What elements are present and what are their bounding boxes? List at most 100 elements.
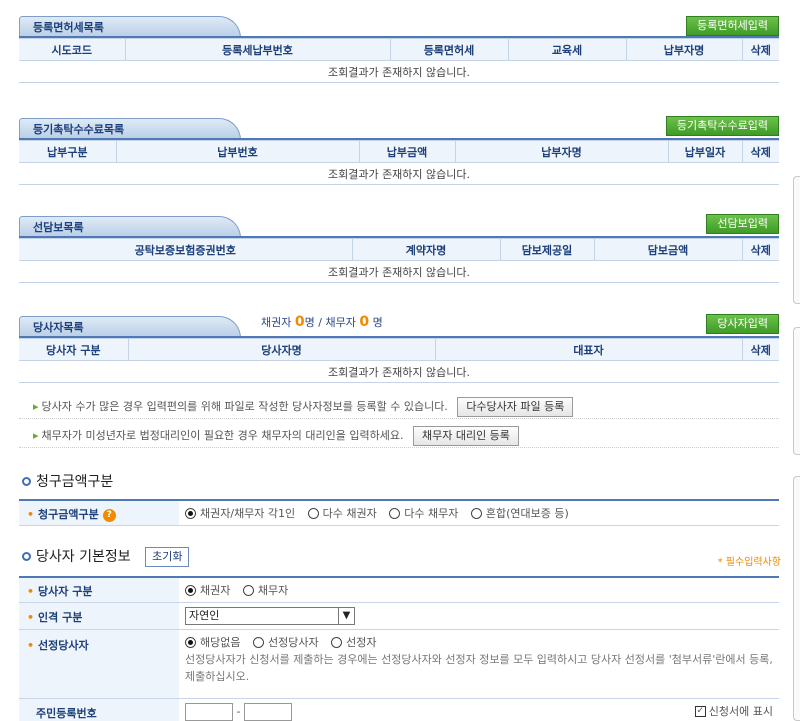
section-divider — [19, 236, 779, 238]
help-icon[interactable]: ? — [102, 508, 116, 522]
required-note: * 필수입력사항 — [717, 557, 781, 568]
bullet-icon — [22, 476, 31, 486]
column-header: 삭제 — [741, 140, 779, 163]
section-title: 등록면허세목록 — [19, 16, 241, 38]
note-text: 당사자 수가 많은 경우 입력편의를 위해 파일로 작성한 당사자정보를 등록할… — [41, 400, 448, 413]
table-header-row: 납부구분 납부번호 납부금액 납부자명 납부일자 삭제 — [19, 140, 779, 163]
creditor-count: 0 — [294, 314, 305, 330]
pre-security-section: 선담보목록 선담보입력 공탁보증보험증권번호 계약자명 담보제공일 담보금액 삭… — [19, 214, 779, 283]
selected-party-radio-none[interactable]: 해당없음 — [185, 634, 240, 651]
party-add-button[interactable]: 당사자입력 — [706, 314, 779, 334]
column-header: 납부자명 — [454, 140, 669, 163]
table-row: 조회결과가 존재하지 않습니다. — [19, 360, 779, 383]
scroll-rail — [793, 327, 800, 455]
count-separator: / — [318, 316, 322, 329]
reset-button[interactable]: 초기화 — [145, 547, 190, 567]
registration-tax-add-button[interactable]: 등록면허세입력 — [686, 16, 779, 36]
count-unit: 명 — [372, 316, 383, 329]
column-header: 공탁보증보험증권번호 — [19, 238, 353, 261]
column-header: 등록면허세 — [389, 38, 509, 61]
registry-fee-table: 납부구분 납부번호 납부금액 납부자명 납부일자 삭제 조회결과가 존재하지 않… — [19, 140, 779, 185]
empty-message: 조회결과가 존재하지 않습니다. — [19, 260, 779, 283]
column-header: 당사자명 — [127, 338, 436, 361]
bulk-party-file-button[interactable]: 다수당사자 파일 등록 — [457, 397, 574, 417]
bullet-icon — [22, 551, 31, 561]
party-type-radio-creditor[interactable]: 채권자 — [185, 582, 230, 598]
heading-text: 청구금액구분 — [36, 474, 114, 490]
registry-fee-add-button[interactable]: 등기촉탁수수료입력 — [665, 116, 779, 136]
section-divider — [19, 336, 779, 338]
pre-security-add-button[interactable]: 선담보입력 — [706, 214, 779, 234]
section-divider — [19, 36, 779, 38]
column-header: 납부일자 — [667, 140, 743, 163]
registration-tax-table: 시도코드 등록세납부번호 등록면허세 교육세 납부자명 삭제 조회결과가 존재하… — [19, 38, 779, 83]
person-type-select[interactable]: 자연인 ▼ — [185, 607, 355, 625]
claim-type-radio-mixed[interactable]: 혼합(연대보증 등) — [470, 505, 569, 521]
column-header: 삭제 — [741, 38, 779, 61]
selected-party-radio-appointer[interactable]: 선정자 — [331, 634, 376, 651]
section-title: 선담보목록 — [19, 216, 241, 238]
arrow-icon — [33, 400, 39, 413]
debtor-count: 0 — [359, 314, 370, 330]
party-info-heading: 당사자 기본정보 초기화 — [22, 546, 190, 567]
claim-type-radio-single[interactable]: 채권자/채무자 각1인 — [185, 505, 295, 521]
person-type-label-cell: • 인격 구분 — [19, 602, 179, 630]
debtor-count-label: 채무자 — [325, 316, 356, 329]
party-count: 채권자 0명 / 채무자 0 명 — [261, 314, 383, 330]
debtor-agent-button[interactable]: 채무자 대리인 등록 — [412, 426, 519, 446]
column-header: 납부자명 — [625, 38, 743, 61]
bulk-party-note: 당사자 수가 많은 경우 입력편의를 위해 파일로 작성한 당사자정보를 등록할… — [19, 395, 779, 419]
registry-fee-section: 등기촉탁수수료목록 등기촉탁수수료입력 납부구분 납부번호 납부금액 납부자명 … — [19, 116, 779, 185]
show-on-form-checkbox[interactable]: ✓ 신청서에 표시 — [694, 703, 773, 719]
note-text: 채무자가 미성년자로 법정대리인이 필요한 경우 채무자의 대리인을 입력하세요… — [41, 429, 404, 442]
parties-section: 당사자목록 채권자 0명 / 채무자 0 명 당사자입력 당사자 구분 당사자명… — [19, 314, 779, 383]
column-header: 등록세납부번호 — [124, 38, 391, 61]
column-header: 납부금액 — [358, 140, 456, 163]
section-divider — [19, 138, 779, 140]
column-header: 삭제 — [741, 338, 779, 361]
claim-type-heading: 청구금액구분 — [22, 471, 113, 491]
field-label: 청구금액구분 — [38, 508, 99, 521]
field-label: 선정당사자 — [38, 639, 89, 652]
party-type-radio-debtor[interactable]: 채무자 — [242, 582, 288, 598]
column-header: 계약자명 — [351, 238, 501, 261]
claim-type-radio-multi-creditor[interactable]: 다수 채권자 — [307, 505, 377, 521]
selected-party-label-cell: • 선정당사자 — [19, 629, 179, 699]
column-header: 시도코드 — [19, 38, 126, 61]
count-unit: 명 — [304, 316, 315, 329]
checkbox-label: 신청서에 표시 — [708, 705, 773, 718]
rrn-back-input[interactable] — [243, 703, 292, 721]
selected-party-radio-representative[interactable]: 선정당사자 — [252, 634, 319, 651]
claim-type-label-cell: • 청구금액구분? — [19, 500, 179, 526]
table-header-row: 시도코드 등록세납부번호 등록면허세 교육세 납부자명 삭제 — [19, 38, 779, 61]
section-title: 당사자목록 — [19, 316, 241, 338]
column-header: 삭제 — [741, 238, 779, 261]
rrn-cell: - ✓ 신청서에 표시 — [179, 698, 779, 721]
table-header-row: 공탁보증보험증권번호 계약자명 담보제공일 담보금액 삭제 — [19, 238, 779, 261]
empty-message: 조회결과가 존재하지 않습니다. — [19, 60, 779, 83]
column-header: 교육세 — [507, 38, 627, 61]
heading-text: 당사자 기본정보 — [36, 549, 131, 565]
rrn-front-input[interactable] — [185, 703, 233, 721]
creditor-count-label: 채권자 — [261, 316, 292, 329]
field-label: 인격 구분 — [38, 611, 83, 624]
arrow-icon — [33, 429, 39, 442]
checkbox-checked-icon[interactable]: ✓ — [694, 705, 706, 717]
party-type-options: 채권자 채무자 — [179, 577, 779, 603]
claim-type-options: 채권자/채무자 각1인 다수 채권자 다수 채무자 혼합(연대보증 등) — [179, 500, 779, 526]
rrn-separator: - — [236, 705, 241, 718]
selected-party-description: 선정당사자가 신청서를 제출하는 경우에는 선정당사자와 선정자 정보를 모두 … — [185, 653, 773, 683]
empty-message: 조회결과가 존재하지 않습니다. — [19, 162, 779, 185]
party-type-label-cell: • 당사자 구분 — [19, 577, 179, 603]
debtor-agent-note: 채무자가 미성년자로 법정대리인이 필요한 경우 채무자의 대리인을 입력하세요… — [19, 424, 779, 448]
party-info-form: • 당사자 구분 채권자 채무자 • 인격 구분 자연인 ▼ • 선정당사자 해당없음… — [19, 576, 779, 721]
column-header: 당사자 구분 — [19, 338, 129, 361]
chevron-down-icon[interactable]: ▼ — [338, 608, 354, 624]
claim-type-radio-multi-debtor[interactable]: 다수 채무자 — [389, 505, 458, 521]
column-header: 납부구분 — [19, 140, 117, 163]
field-label: 주민등록번호 — [36, 707, 97, 720]
table-row: 조회결과가 존재하지 않습니다. — [19, 162, 779, 185]
registration-tax-section: 등록면허세목록 등록면허세입력 시도코드 등록세납부번호 등록면허세 교육세 납… — [19, 14, 779, 83]
scroll-rail — [793, 176, 800, 304]
pre-security-table: 공탁보증보험증권번호 계약자명 담보제공일 담보금액 삭제 조회결과가 존재하지… — [19, 238, 779, 283]
